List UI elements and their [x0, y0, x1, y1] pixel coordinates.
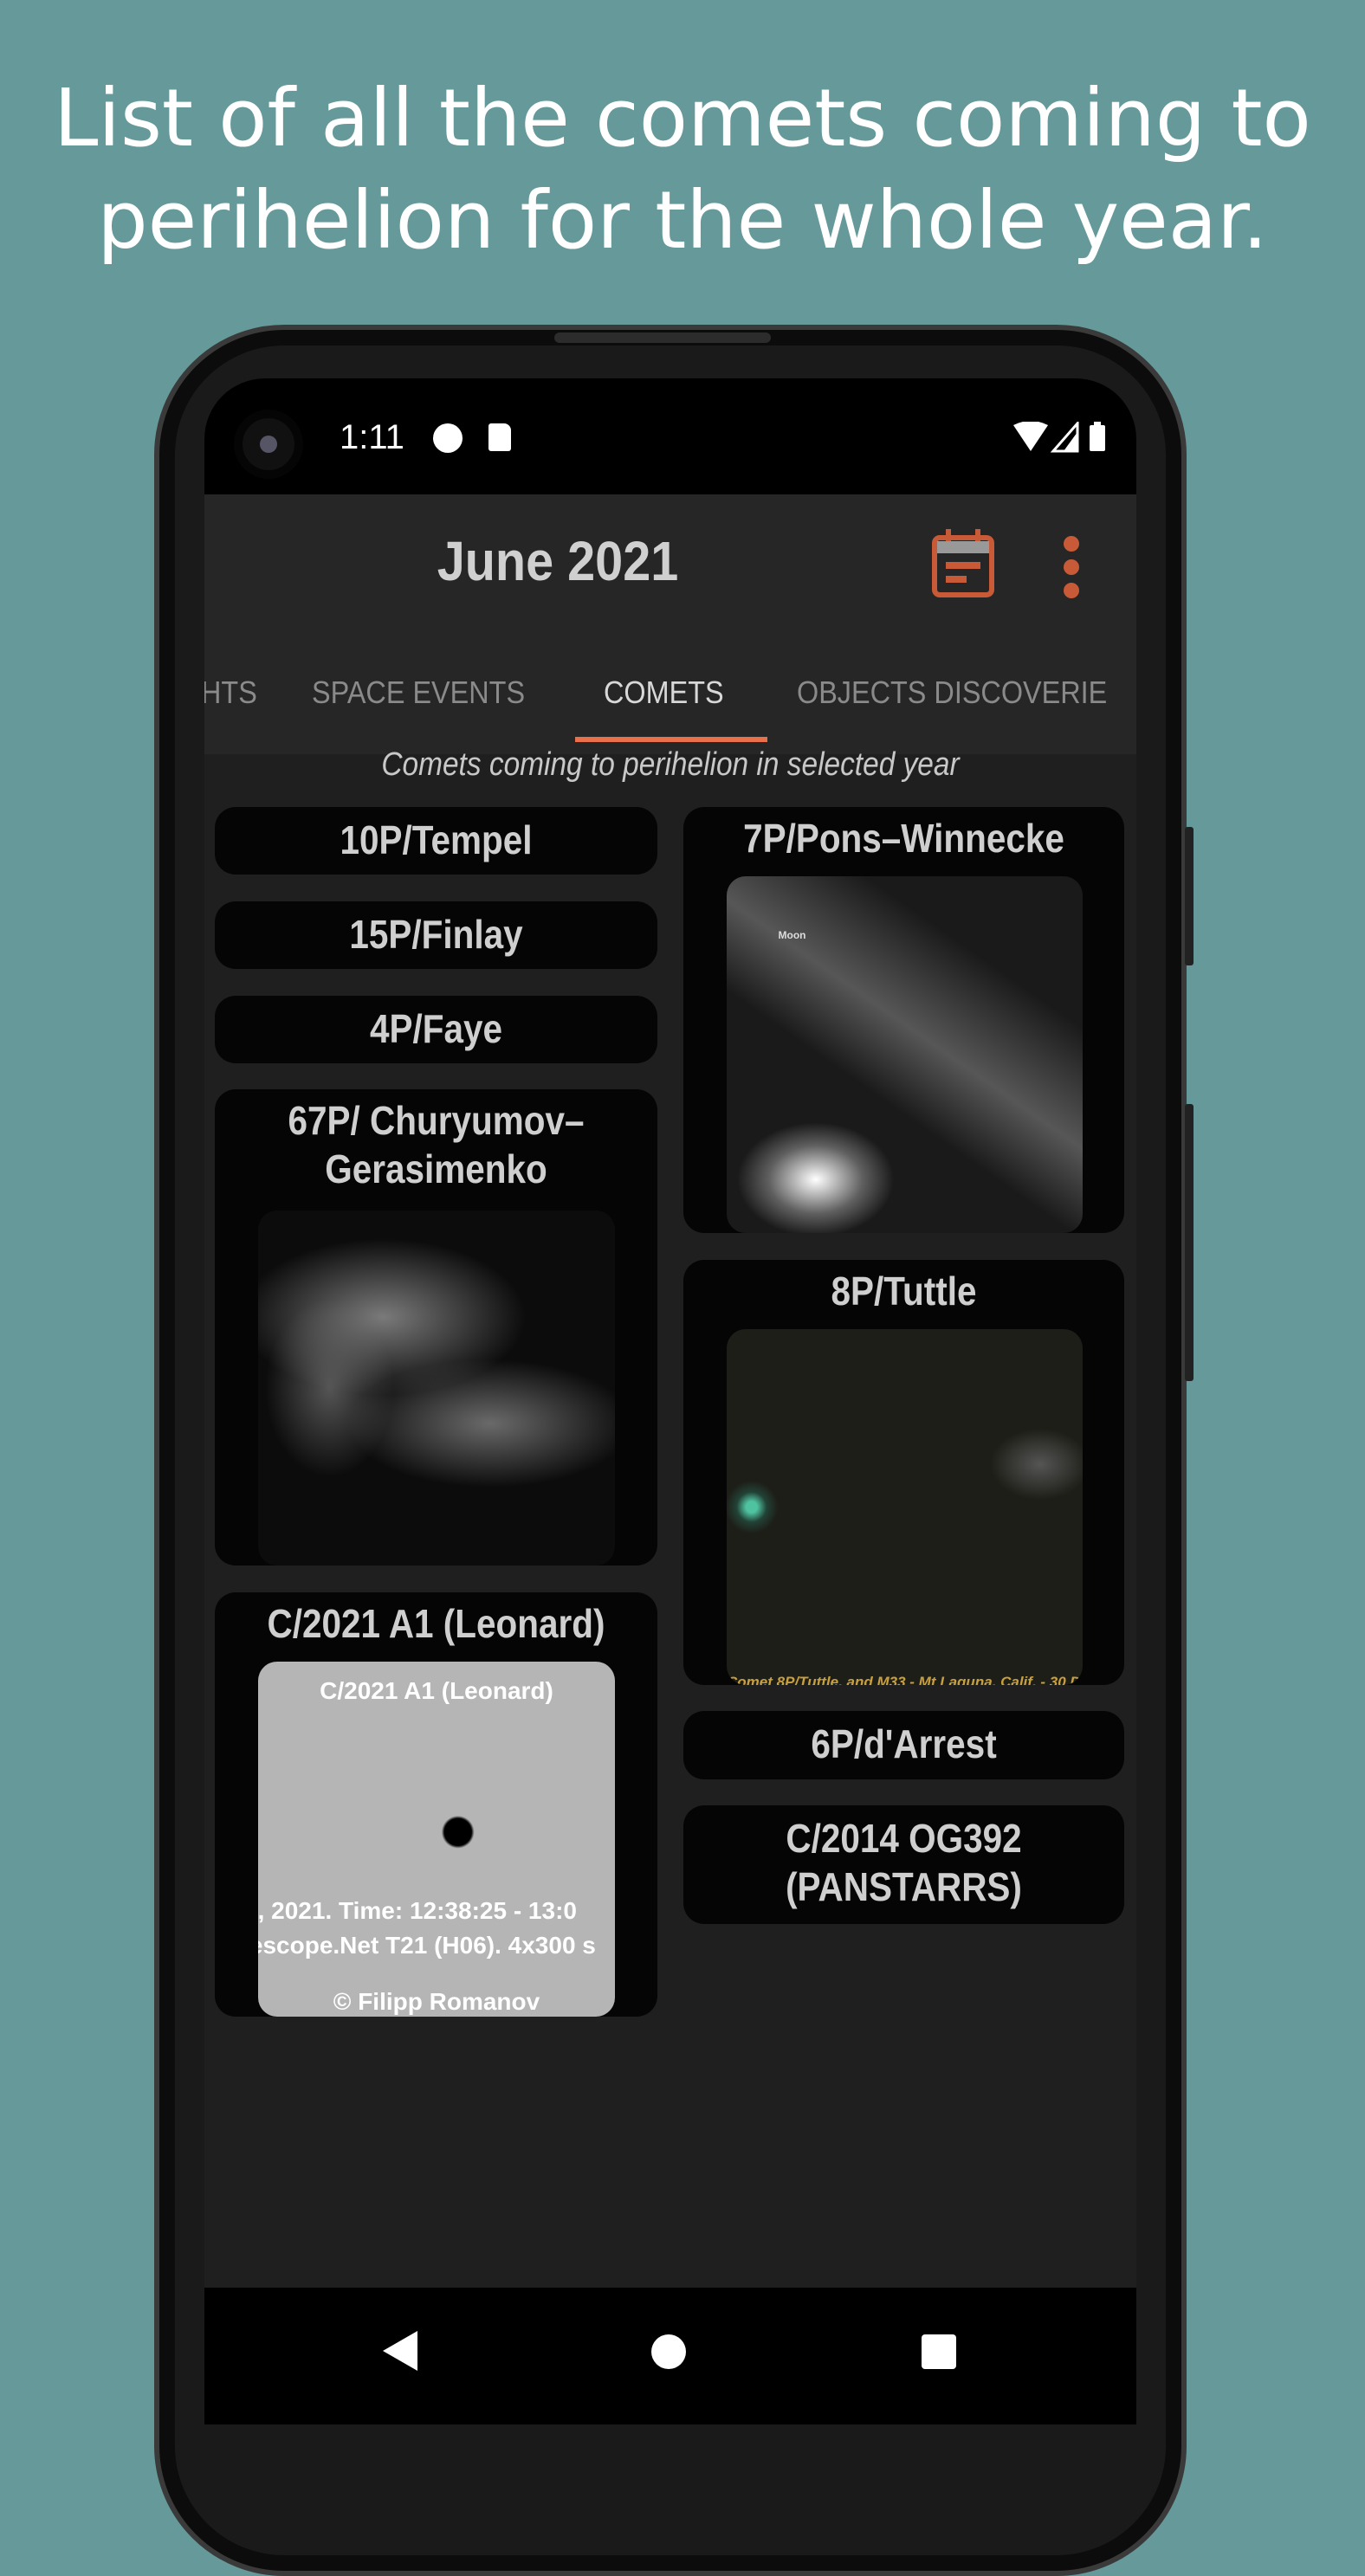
navigation-bar	[204, 2288, 1136, 2424]
comet-8p-image: Comet 8P/Tuttle, and M33 - Mt Laguna, Ca…	[727, 1329, 1083, 1685]
tab-space-events[interactable]: SPACE EVENTS	[312, 675, 525, 711]
comet-7p-image: Moon	[727, 876, 1083, 1233]
tab-bar: HTS SPACE EVENTS COMETS OBJECTS DISCOVER…	[204, 650, 1136, 754]
comet-67p-image	[258, 1211, 615, 1566]
comet-name: 67P/ Churyumov–Gerasimenko	[288, 1098, 585, 1191]
battery-icon	[1090, 425, 1105, 451]
screen: 1:11 June 2021 HTS SPACE EVENTS COMETS O…	[204, 378, 1136, 2424]
calendar-icon[interactable]	[932, 529, 994, 598]
notification-icon	[433, 423, 463, 453]
comet-card[interactable]: 67P/ Churyumov–Gerasimenko	[215, 1089, 657, 1566]
comet-name: 7P/Pons–Winnecke	[743, 816, 1064, 861]
section-subtitle: Comets coming to perihelion in selected …	[381, 746, 960, 783]
caption-line-2: perihelion for the whole year.	[97, 174, 1268, 267]
comet-card[interactable]: C/2014 OG392 (PANSTARRS)	[683, 1805, 1124, 1924]
caption-line-1: List of all the comets coming to	[54, 72, 1311, 165]
promo-caption: List of all the comets coming to perihel…	[0, 68, 1365, 272]
speaker-grille	[554, 332, 771, 343]
sd-card-icon	[488, 423, 511, 451]
image-caption: C/2021 A1 (Leonard)	[320, 1677, 553, 1704]
comet-leonard-image: C/2021 A1 (Leonard) 6, 2021. Time: 12:38…	[258, 1662, 615, 2017]
more-vert-icon[interactable]	[1064, 536, 1081, 598]
back-icon[interactable]	[383, 2331, 417, 2371]
tab-objects-discoveries[interactable]: OBJECTS DISCOVERIE	[797, 675, 1107, 711]
active-tab-indicator	[575, 737, 767, 742]
comet-name: 10P/Tempel	[340, 817, 533, 862]
status-bar: 1:11	[204, 378, 1136, 494]
tab-highlights[interactable]: HTS	[204, 675, 257, 711]
comet-card[interactable]: 15P/Finlay	[215, 901, 657, 969]
comet-card[interactable]: 7P/Pons–Winnecke Moon	[683, 807, 1124, 1233]
image-caption: Comet 8P/Tuttle, and M33 - Mt Laguna, Ca…	[727, 1674, 1083, 1685]
status-time: 1:11	[340, 418, 404, 456]
comet-card[interactable]: 4P/Faye	[215, 996, 657, 1063]
volume-button	[1185, 827, 1194, 965]
comet-name: C/2014 OG392 (PANSTARRS)	[786, 1816, 1022, 1909]
comet-name: 4P/Faye	[369, 1006, 503, 1051]
comet-card[interactable]: 6P/d'Arrest	[683, 1711, 1124, 1779]
tab-comets[interactable]: COMETS	[604, 675, 724, 711]
camera	[234, 410, 303, 479]
status-icons	[1013, 422, 1105, 453]
comet-card[interactable]: 8P/Tuttle Comet 8P/Tuttle, and M33 - Mt …	[683, 1260, 1124, 1685]
app-bar: June 2021	[204, 494, 1136, 650]
image-caption: lescope.Net T21 (H06). 4x300 s	[258, 1932, 596, 1959]
image-caption: Moon	[778, 929, 806, 941]
comet-name: C/2021 A1 (Leonard)	[267, 1601, 605, 1646]
comet-name: 8P/Tuttle	[831, 1269, 977, 1314]
comet-card[interactable]: C/2021 A1 (Leonard) C/2021 A1 (Leonard) …	[215, 1592, 657, 2017]
comet-card[interactable]: 10P/Tempel	[215, 807, 657, 875]
comet-name: 15P/Finlay	[349, 912, 523, 957]
recents-icon[interactable]	[922, 2334, 956, 2369]
home-icon[interactable]	[651, 2334, 686, 2369]
comet-name: 6P/d'Arrest	[811, 1721, 997, 1766]
wifi-icon	[1013, 422, 1048, 451]
page-title[interactable]: June 2021	[240, 529, 876, 593]
power-button	[1185, 1104, 1194, 1381]
image-caption: © Filipp Romanov	[333, 1988, 540, 2015]
